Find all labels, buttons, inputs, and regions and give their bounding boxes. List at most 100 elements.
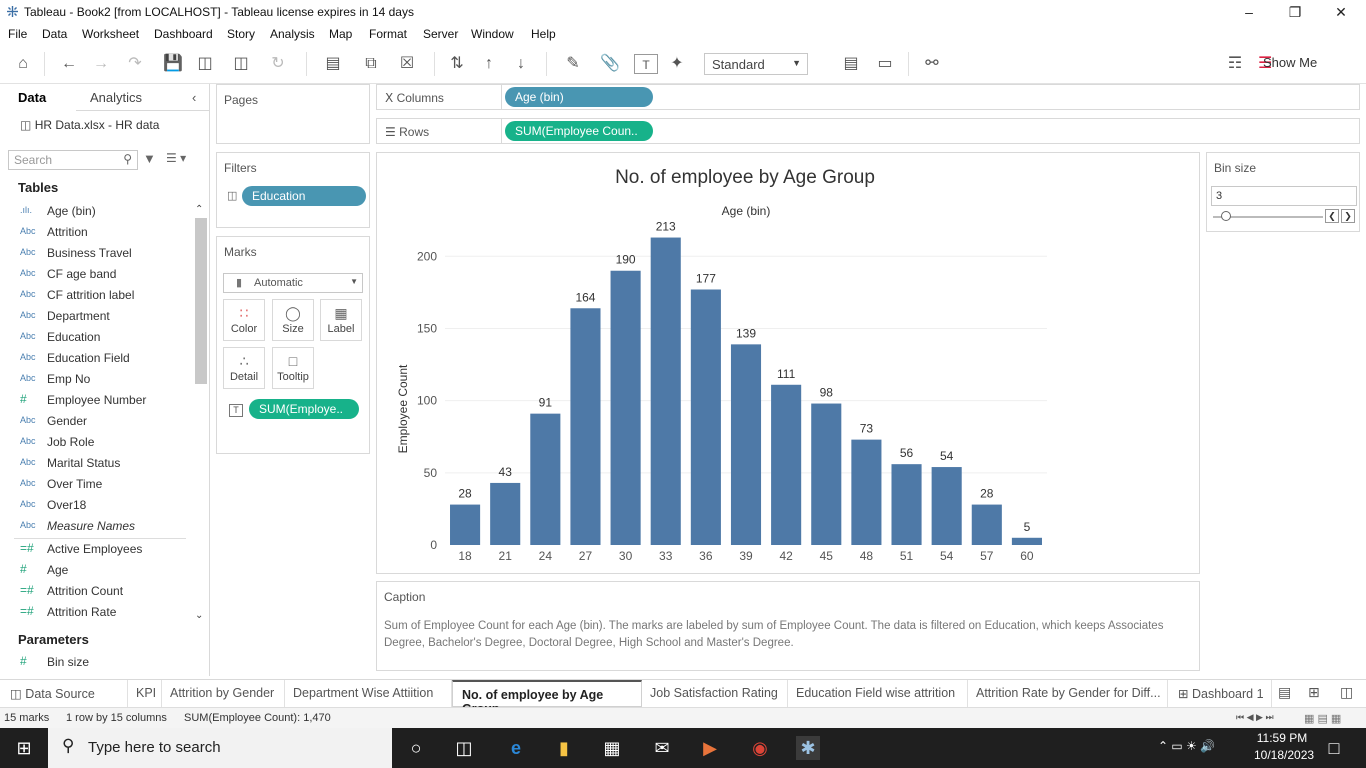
close-button[interactable]: ✕	[1318, 2, 1364, 22]
datasource-item[interactable]: ◫ HR Data.xlsx - HR data	[20, 118, 159, 132]
system-tray-icons[interactable]: ⌃ ▭ ☀ 🔊	[1158, 739, 1215, 753]
field-item[interactable]: Abc Attrition	[0, 222, 192, 243]
menu-dashboard[interactable]: Dashboard	[154, 27, 213, 41]
store-icon[interactable]: ▦	[600, 736, 624, 760]
windows-start-icon[interactable]: ⊞	[12, 736, 36, 760]
tab-analytics[interactable]: Analytics	[90, 90, 142, 105]
bar[interactable]	[530, 413, 561, 545]
color-button[interactable]: ∷ Color	[223, 299, 265, 341]
show-me-button[interactable]: Show Me	[1263, 55, 1317, 70]
presentation-icon[interactable]: ▭	[874, 54, 896, 74]
bar[interactable]	[971, 504, 1002, 545]
field-item[interactable]: Abc Education	[0, 327, 192, 348]
tab-dashboard-1[interactable]: ⊞ Dashboard 1	[1168, 680, 1272, 707]
refresh-icon[interactable]: ↻	[264, 54, 292, 74]
menu-story[interactable]: Story	[227, 27, 255, 41]
sheet-nav-icons[interactable]: ⏮ ◀ ▶ ⏭	[1236, 712, 1274, 723]
menu-data[interactable]: Data	[42, 27, 67, 41]
pin-icon[interactable]: ✦	[666, 54, 688, 74]
size-button[interactable]: ◯ Size	[272, 299, 314, 341]
bar[interactable]	[771, 384, 802, 545]
field-item[interactable]: # Employee Number	[0, 390, 192, 411]
menu-window[interactable]: Window	[471, 27, 514, 41]
paint-roller-icon[interactable]: ☶	[1224, 54, 1246, 74]
field-item[interactable]: Abc Gender	[0, 411, 192, 432]
field-item[interactable]: Abc Measure Names	[0, 516, 192, 537]
tab-employee-by-age-group[interactable]: No. of employee by Age Group	[452, 680, 642, 716]
duplicate-icon[interactable]: ⧉	[360, 54, 382, 74]
rows-shelf[interactable]: ☰ Rows SUM(Employee Coun..	[376, 118, 1360, 144]
decrement-icon[interactable]: ❮	[1325, 209, 1339, 223]
scrollbar-thumb[interactable]	[195, 218, 207, 384]
new-datasource-icon[interactable]: ◫	[194, 54, 216, 74]
tab-data[interactable]: Data	[18, 90, 46, 105]
tab-attrition-by-gender[interactable]: Attrition by Gender	[162, 680, 285, 707]
cortana-icon[interactable]: ○	[404, 736, 428, 760]
field-item[interactable]: =# Active Employees	[0, 539, 192, 560]
sheet-view-icons[interactable]: ▦ ▤ ▦	[1304, 712, 1341, 725]
mark-type-dropdown[interactable]: ▮ Automatic ▼	[223, 273, 363, 293]
redo-icon[interactable]: →	[90, 54, 112, 74]
pause-updates-icon[interactable]: ◫	[226, 54, 256, 74]
label-button[interactable]: ▦ Label	[320, 299, 362, 341]
field-item[interactable]: Abc Job Role	[0, 432, 192, 453]
tab-job-satisfaction-rating[interactable]: Job Satisfaction Rating	[642, 680, 788, 707]
field-item[interactable]: Abc CF attrition label	[0, 285, 192, 306]
replay-icon[interactable]: ↷	[120, 54, 150, 74]
new-dashboard-tab-icon[interactable]: ⊞	[1308, 684, 1320, 701]
fit-dropdown[interactable]: Standard ▼	[704, 53, 808, 75]
restore-button[interactable]: ❐	[1272, 2, 1318, 22]
view-options-icon[interactable]: ☰ ▾	[166, 151, 186, 165]
tab-attrition-rate-gender[interactable]: Attrition Rate by Gender for Diff...	[968, 680, 1168, 707]
parameter-item[interactable]: # Bin size	[0, 652, 192, 673]
menu-server[interactable]: Server	[423, 27, 458, 41]
search-input[interactable]: Search ⚲	[8, 150, 138, 170]
menu-worksheet[interactable]: Worksheet	[82, 27, 139, 41]
menu-format[interactable]: Format	[369, 27, 407, 41]
slider-knob[interactable]	[1221, 211, 1231, 221]
field-item[interactable]: Abc Business Travel	[0, 243, 192, 264]
field-item[interactable]: Abc Department	[0, 306, 192, 327]
menu-map[interactable]: Map	[329, 27, 352, 41]
save-icon[interactable]: 💾	[162, 54, 184, 74]
notifications-icon[interactable]: □	[1322, 736, 1346, 760]
bin-size-input[interactable]: 3	[1211, 186, 1357, 206]
tab-department-wise-attrition[interactable]: Department Wise Attiition	[285, 680, 452, 707]
field-item[interactable]: =# Attrition Rate	[0, 602, 192, 623]
tab-data-source[interactable]: ◫ Data Source	[0, 680, 128, 707]
bar[interactable]	[931, 467, 962, 545]
columns-shelf[interactable]: Ⅹ Columns Age (bin)	[376, 84, 1360, 110]
highlight-icon[interactable]: ✎	[558, 54, 588, 74]
edge-icon[interactable]: e	[504, 736, 528, 760]
field-item[interactable]: Abc CF age band	[0, 264, 192, 285]
bar[interactable]	[450, 504, 481, 545]
tab-kpi[interactable]: KPI	[128, 680, 162, 707]
sort-ascending-icon[interactable]: ↑	[478, 54, 500, 74]
bar[interactable]	[811, 403, 842, 545]
increment-icon[interactable]: ❯	[1341, 209, 1355, 223]
undo-icon[interactable]: ←	[58, 54, 80, 74]
label-measure-pill[interactable]: SUM(Employe..	[249, 399, 359, 419]
new-story-tab-icon[interactable]: ◫	[1340, 684, 1353, 701]
new-worksheet-icon[interactable]: ▤	[318, 54, 348, 74]
menu-analysis[interactable]: Analysis	[270, 27, 315, 41]
field-item[interactable]: # Age	[0, 560, 192, 581]
file-explorer-icon[interactable]: ▮	[552, 736, 576, 760]
field-item[interactable]: .ılı. Age (bin)	[0, 201, 192, 222]
field-item[interactable]: =# Attrition Count	[0, 581, 192, 602]
task-view-icon[interactable]: ◫	[452, 736, 476, 760]
sort-descending-icon[interactable]: ↓	[510, 54, 532, 74]
show-cards-icon[interactable]: ▤	[834, 54, 868, 74]
bar[interactable]	[851, 439, 882, 545]
menu-file[interactable]: File	[8, 27, 27, 41]
field-item[interactable]: Abc Over Time	[0, 474, 192, 495]
share-icon[interactable]: ⚯	[920, 54, 944, 74]
swap-icon[interactable]: ⇅	[446, 54, 468, 74]
bar[interactable]	[490, 482, 521, 545]
bar[interactable]	[891, 464, 922, 545]
bar[interactable]	[690, 289, 721, 545]
bar[interactable]	[1011, 537, 1042, 545]
taskbar-search[interactable]: ⚲ Type here to search	[48, 728, 392, 768]
age-bin-pill[interactable]: Age (bin)	[505, 87, 653, 107]
field-item[interactable]: Abc Over18	[0, 495, 192, 516]
